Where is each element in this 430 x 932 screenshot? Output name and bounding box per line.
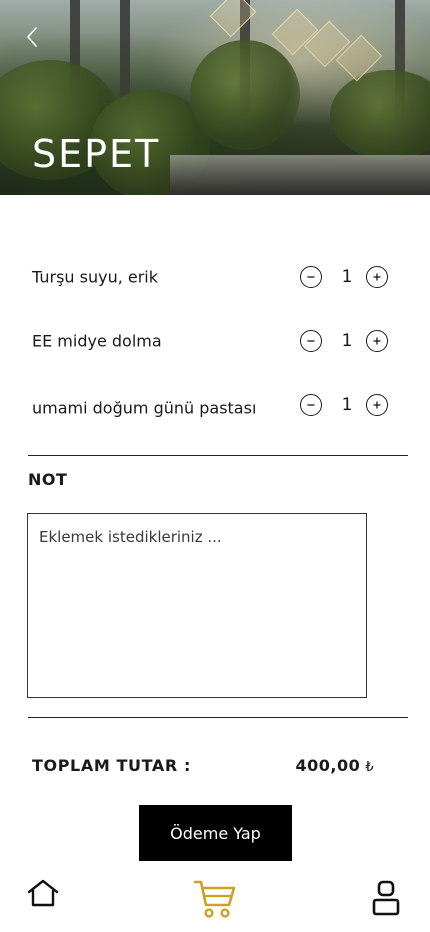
total-amount-row: 400,00 ₺ (295, 756, 374, 775)
section-divider (28, 717, 408, 718)
nav-cart[interactable] (193, 878, 237, 920)
page-title: SEPET (32, 132, 161, 176)
cart-item: Turşu suyu, erik 1 (32, 262, 392, 292)
cart-item: umami doğum günü pastası 1 (32, 390, 392, 420)
back-button[interactable] (22, 24, 42, 50)
quantity-value: 1 (341, 331, 353, 351)
quantity-value: 1 (341, 395, 353, 415)
nav-profile[interactable] (371, 878, 401, 918)
cart-icon (193, 880, 236, 918)
plus-icon (373, 273, 381, 281)
cart-item-name: umami doğum günü pastası (32, 398, 257, 418)
cart-item-name: Turşu suyu, erik (32, 267, 159, 287)
home-icon (27, 879, 59, 907)
currency-symbol: ₺ (365, 760, 374, 775)
increase-quantity-button[interactable] (366, 394, 388, 416)
decrease-quantity-button[interactable] (300, 394, 322, 416)
cart-item-name: EE midye dolma (32, 331, 162, 351)
nav-home[interactable] (26, 878, 60, 908)
plus-icon (373, 337, 381, 345)
quantity-value: 1 (341, 267, 353, 287)
pay-button[interactable]: Ödeme Yap (139, 805, 292, 861)
minus-icon (307, 340, 315, 342)
section-divider (28, 455, 408, 456)
note-label: NOT (28, 470, 68, 489)
total-amount: 400,00 (295, 756, 361, 775)
minus-icon (307, 404, 315, 406)
minus-icon (307, 276, 315, 278)
total-label: TOPLAM TUTAR : (32, 756, 191, 775)
plus-icon (373, 401, 381, 409)
header-banner: SEPET (0, 0, 430, 195)
chevron-left-icon (27, 27, 37, 47)
increase-quantity-button[interactable] (366, 266, 388, 288)
decrease-quantity-button[interactable] (300, 266, 322, 288)
user-icon (372, 880, 400, 916)
decrease-quantity-button[interactable] (300, 330, 322, 352)
increase-quantity-button[interactable] (366, 330, 388, 352)
cart-item: EE midye dolma 1 (32, 326, 392, 356)
note-textarea[interactable] (27, 513, 367, 698)
